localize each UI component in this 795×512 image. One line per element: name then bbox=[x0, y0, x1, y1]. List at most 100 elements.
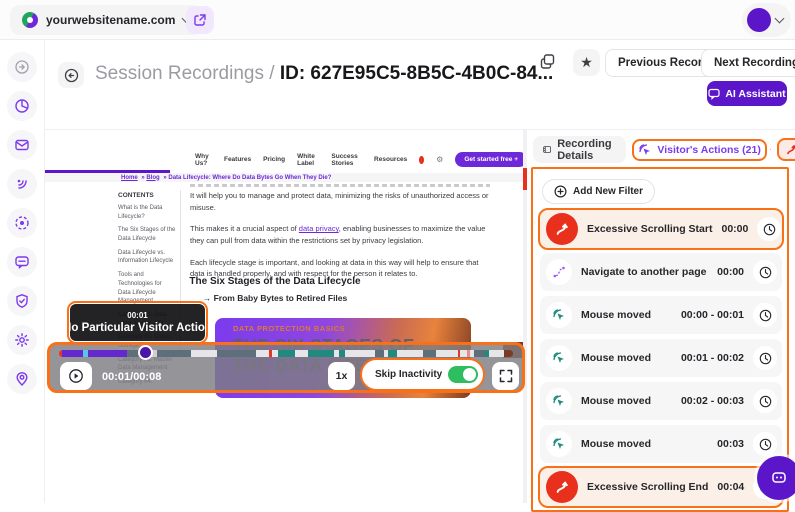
pie-chart-icon bbox=[14, 98, 30, 114]
timeline-track[interactable] bbox=[59, 350, 513, 357]
sidebar-item-voice[interactable] bbox=[7, 169, 37, 199]
sidebar-item-visitors[interactable] bbox=[7, 364, 37, 394]
jump-to-time-button[interactable] bbox=[757, 217, 781, 241]
contents-title: CONTENTS bbox=[118, 192, 176, 199]
action-row[interactable]: Mouse moved00:01 - 00:02 bbox=[540, 339, 782, 377]
recording-id: ID: 627E95C5-8B5C-4B0C-84... bbox=[280, 63, 554, 84]
sidebar-item-security[interactable] bbox=[7, 286, 37, 316]
contents-item: Data Lifecycle vs. Information Lifecycle bbox=[118, 249, 176, 266]
action-type-icon-circle bbox=[546, 471, 578, 503]
recorded-nav-link: Resources bbox=[374, 156, 407, 163]
next-recording-button[interactable]: Next Recording bbox=[701, 49, 795, 77]
website-selector[interactable]: yourwebsitename.com bbox=[10, 5, 202, 35]
action-label: Mouse moved bbox=[581, 395, 672, 407]
timeline-segment bbox=[474, 350, 485, 357]
recorded-nav-link: Why Us? bbox=[195, 153, 212, 167]
recorded-nav-link: Features bbox=[224, 156, 251, 163]
panel-tabs: Recording Details Visitor's Actions (21)… bbox=[533, 136, 795, 163]
jump-to-time-button[interactable] bbox=[753, 346, 777, 370]
sidebar-item-inbox[interactable] bbox=[7, 130, 37, 160]
jump-to-time-button[interactable] bbox=[753, 260, 777, 284]
tooltip-label: No Particular Visitor Action bbox=[63, 322, 212, 334]
action-label: Mouse moved bbox=[581, 438, 708, 450]
timeline-segment bbox=[489, 350, 504, 357]
recorded-gear-icon: ⚙ bbox=[436, 155, 443, 164]
top-bar: yourwebsitename.com bbox=[0, 0, 795, 40]
feedback-widget-button[interactable] bbox=[757, 456, 795, 500]
back-icon bbox=[64, 68, 79, 83]
tab-visitors-actions-label: Visitor's Actions (21) bbox=[657, 144, 760, 156]
timeline-segment bbox=[308, 350, 334, 357]
skip-inactivity-control: Skip Inactivity bbox=[360, 358, 485, 391]
timeline-segment bbox=[375, 350, 384, 357]
jump-to-time-button[interactable] bbox=[753, 432, 777, 456]
action-row[interactable]: Mouse moved 00:02 - 00:03 bbox=[540, 382, 782, 420]
tab-recording-details[interactable]: Recording Details bbox=[533, 136, 626, 163]
gear-icon bbox=[14, 332, 30, 348]
action-row[interactable]: Navigate to another page00:00 bbox=[540, 253, 782, 291]
copy-id-button[interactable] bbox=[539, 53, 556, 70]
recorded-page-nav: Why Us?FeaturesPricingWhite LabelSuccess… bbox=[195, 152, 527, 167]
sidebar-item-dashboard[interactable] bbox=[7, 91, 37, 121]
clock-icon bbox=[759, 438, 772, 451]
jump-to-time-button[interactable] bbox=[753, 303, 777, 327]
sidebar-item-settings[interactable] bbox=[7, 325, 37, 355]
excessive-scrolling-icon bbox=[554, 479, 570, 495]
ai-assistant-button[interactable]: AI Assistant bbox=[707, 81, 787, 106]
copy-icon bbox=[539, 53, 556, 70]
recorded-nav-link: White Label bbox=[297, 153, 319, 167]
sessions-icon bbox=[14, 215, 30, 231]
excessive-scrolling-icon bbox=[554, 221, 570, 237]
action-row[interactable]: Mouse moved00:00 - 00:01 bbox=[540, 296, 782, 334]
back-button[interactable] bbox=[58, 62, 84, 88]
favorite-button[interactable]: ★ bbox=[573, 49, 600, 76]
play-icon bbox=[68, 368, 84, 384]
speed-label: 1x bbox=[336, 370, 348, 382]
recorded-section-subheading: → From Baby Bytes to Retired Files bbox=[155, 293, 395, 303]
timeline-segment bbox=[295, 350, 308, 357]
action-time: 00:02 - 00:03 bbox=[681, 395, 744, 407]
excessive-scroll-badge[interactable]: 2 bbox=[777, 138, 795, 161]
skip-inactivity-toggle[interactable] bbox=[448, 366, 478, 383]
clock-icon bbox=[759, 352, 772, 365]
play-button[interactable] bbox=[60, 362, 92, 390]
action-row[interactable]: Excessive Scrolling Start00:00 bbox=[540, 210, 782, 248]
action-time: 00:04 bbox=[717, 481, 744, 493]
recorded-breadcrumb: Home » Blog » Data Lifecycle: Where Do D… bbox=[45, 173, 523, 182]
timeline-segment bbox=[504, 350, 513, 357]
user-menu[interactable] bbox=[742, 3, 791, 37]
page-header: Session Recordings / ID: 627E95C5-8B5C-4… bbox=[45, 40, 795, 130]
action-row[interactable]: Excessive Scrolling End00:04 bbox=[540, 468, 782, 506]
sidebar bbox=[0, 40, 45, 503]
tab-visitors-actions[interactable]: Visitor's Actions (21) bbox=[632, 139, 766, 161]
expand-sidebar-button[interactable] bbox=[7, 52, 37, 82]
timeline-segment bbox=[423, 350, 436, 357]
breadcrumb: Session Recordings / bbox=[95, 63, 275, 84]
playhead-handle[interactable] bbox=[138, 345, 153, 360]
action-type-icon-circle bbox=[546, 302, 572, 328]
sidebar-item-feedback[interactable] bbox=[7, 247, 37, 277]
fullscreen-button[interactable] bbox=[492, 362, 519, 390]
film-icon bbox=[543, 143, 551, 156]
timeline-segment bbox=[62, 350, 84, 357]
timeline-segment bbox=[436, 350, 458, 357]
recorded-section-heading: The Six Stages of the Data Lifecycle bbox=[155, 276, 395, 287]
action-type-icon-circle bbox=[546, 213, 578, 245]
recorded-cta-button: Get started free + bbox=[455, 152, 527, 167]
open-website-button[interactable] bbox=[186, 6, 214, 34]
timeline-segment bbox=[345, 350, 375, 357]
timeline-segment bbox=[256, 350, 269, 357]
fullscreen-icon bbox=[499, 369, 513, 383]
sidebar-item-session-recordings[interactable] bbox=[7, 208, 37, 238]
jump-to-time-button[interactable] bbox=[753, 389, 777, 413]
action-row[interactable]: Mouse moved00:03 bbox=[540, 425, 782, 463]
action-time: 00:00 bbox=[721, 223, 748, 235]
tab-recording-details-label: Recording Details bbox=[557, 138, 616, 162]
visitor-actions-icon bbox=[638, 143, 652, 157]
clock-icon bbox=[759, 266, 772, 279]
clock-icon bbox=[759, 309, 772, 322]
timeline-segment bbox=[397, 350, 423, 357]
add-new-filter-button[interactable]: Add New Filter bbox=[542, 179, 655, 204]
actions-list: Excessive Scrolling Start00:00 Navigate t… bbox=[540, 210, 782, 506]
playback-speed-button[interactable]: 1x bbox=[328, 362, 355, 390]
